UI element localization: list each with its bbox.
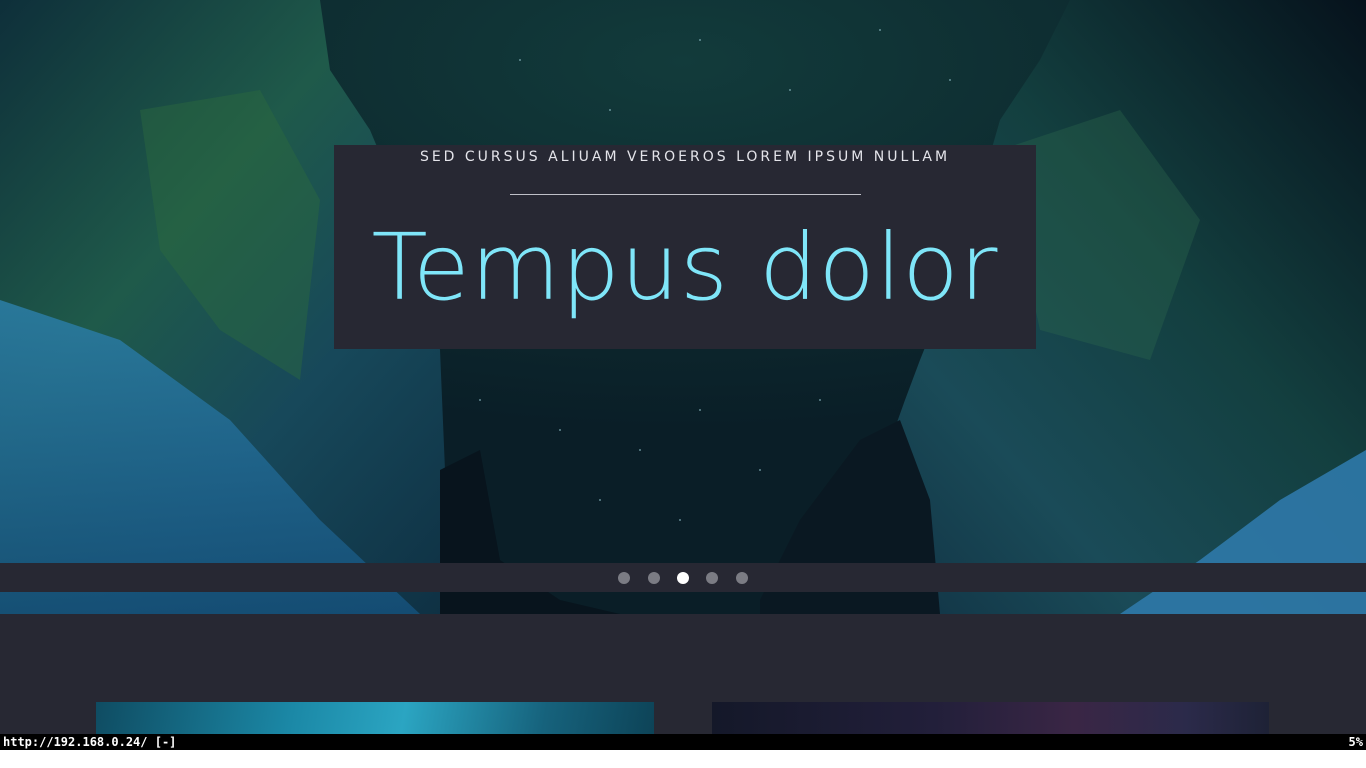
slider-dot-4[interactable] — [706, 572, 718, 584]
slider-dot-3[interactable] — [677, 572, 689, 584]
hero-divider — [510, 194, 861, 195]
content-section — [0, 614, 1366, 734]
slider-pagination — [0, 563, 1366, 592]
status-url: http://192.168.0.24/ [-] — [3, 735, 177, 749]
scroll-percent: 5% — [1348, 735, 1363, 749]
browser-status-bar: http://192.168.0.24/ [-] 5% — [0, 734, 1366, 768]
hero-subtitle: SED CURSUS ALIUAM VEROEROS LOREM IPSUM N… — [419, 149, 951, 165]
slider-dot-2[interactable] — [648, 572, 660, 584]
status-strip: http://192.168.0.24/ [-] 5% — [0, 734, 1366, 750]
slider-dot-1[interactable] — [618, 572, 630, 584]
page-viewport: SED CURSUS ALIUAM VEROEROS LOREM IPSUM N… — [0, 0, 1366, 734]
feature-image-2[interactable] — [712, 702, 1269, 734]
hero-title: Tempus dolor — [371, 214, 999, 321]
feature-image-1[interactable] — [96, 702, 654, 734]
slider-dot-5[interactable] — [736, 572, 748, 584]
hero-banner: SED CURSUS ALIUAM VEROEROS LOREM IPSUM N… — [0, 0, 1366, 614]
